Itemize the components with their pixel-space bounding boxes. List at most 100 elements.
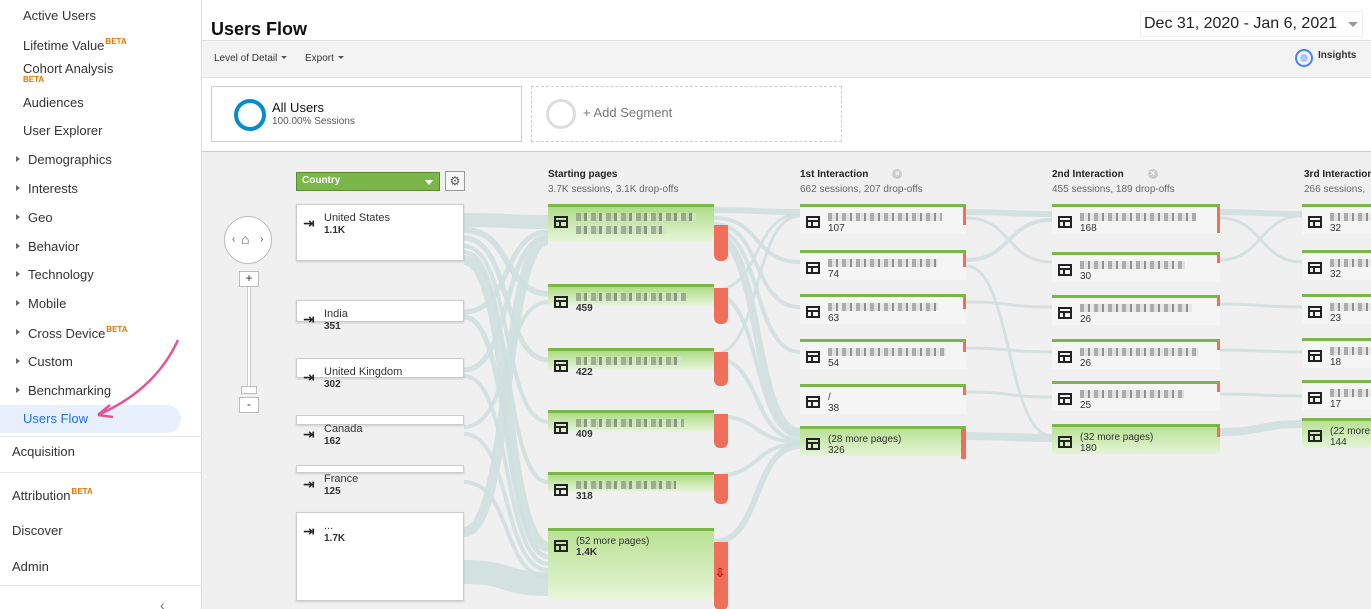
node-label: (28 more pages) [828,434,902,445]
date-range-picker[interactable]: Dec 31, 2020 - Jan 6, 2021 [1140,11,1363,37]
interaction-more-node[interactable]: (28 more pages) 326 [800,426,966,459]
nav-acquisition[interactable]: Acquisition [12,444,75,459]
node-label: (32 more pages) [1080,432,1154,443]
interaction-node[interactable]: 30 [1052,252,1220,282]
page-icon [806,351,820,363]
interaction-more-node[interactable]: (22 more 144 [1302,418,1371,448]
interaction-node[interactable]: 63 [800,294,966,324]
node-count: 54 [828,358,840,369]
nav-users-flow[interactable]: Users Flow [23,411,88,426]
dropoff-bar [963,387,966,395]
close-icon[interactable]: × [1147,169,1158,179]
starting-page-node[interactable]: 409 [548,410,714,440]
country-node-canada[interactable]: ⇥ Canada 162 [296,415,464,447]
zoom-slider-track[interactable] [247,284,251,392]
dropoff-bar[interactable] [714,225,728,261]
zoom-in-button[interactable]: + [239,271,259,287]
collapse-chevron-icon[interactable]: ‹ [160,597,165,609]
interaction-node[interactable]: 17 [1302,380,1371,410]
country-name: Canada [324,423,363,435]
starting-page-node[interactable]: 422 [548,348,714,378]
interaction-node[interactable]: 107 [800,204,966,234]
nav-admin[interactable]: Admin [12,559,49,574]
interaction-node[interactable]: 23 [1302,294,1371,324]
dropoff-bar[interactable] [714,352,728,386]
node-count: 25 [1080,400,1092,411]
interaction-node[interactable]: 18 [1302,338,1371,368]
nav-user-explorer[interactable]: User Explorer [23,123,102,138]
dropoff-bar[interactable] [714,288,728,324]
redacted-page-name [1080,390,1184,398]
starting-page-node[interactable]: 459 [548,284,714,314]
nav-cohort-analysis[interactable]: Cohort Analysis BETA [23,61,113,84]
dropoff-bar[interactable]: ⇩ [714,542,728,609]
segment-all-users[interactable]: All Users 100.00% Sessions [211,86,522,142]
pan-control[interactable]: ‹ ⌂ › [224,216,272,264]
country-count: 162 [324,436,341,447]
node-count: 63 [828,313,840,324]
country-node-france[interactable]: ⇥ France 125 [296,465,464,497]
page-icon [1058,216,1072,228]
home-icon[interactable]: ⌂ [241,231,249,247]
dropoff-bar[interactable] [714,474,728,504]
gear-icon[interactable]: ⚙ [445,171,465,191]
segment-name: All Users [272,100,325,115]
dropoff-bar[interactable] [714,414,728,448]
interaction-node[interactable]: 25 [1052,381,1220,411]
nav-technology[interactable]: Technology [16,267,94,282]
starting-page-node[interactable]: 318 [548,472,714,502]
country-node-united-kingdom[interactable]: ⇥ United Kingdom 302 [296,358,464,390]
page-icon [554,540,568,552]
interaction-node[interactable]: 74 [800,250,966,280]
nav-attribution[interactable]: AttributionBETA [12,487,93,503]
country-name: India [324,308,348,320]
insights-button[interactable]: Insights [1318,50,1356,61]
starting-page-node[interactable] [548,204,714,242]
add-segment-button[interactable]: + Add Segment [531,86,842,142]
nav-discover[interactable]: Discover [12,523,63,538]
pan-left-icon[interactable]: ‹ [232,234,235,245]
close-icon[interactable]: × [892,169,903,179]
nav-lifetime-value[interactable]: Lifetime ValueBETA [23,37,127,53]
level-of-detail-button[interactable]: Level of Detail [214,53,288,64]
interaction-node[interactable]: /38 [800,384,966,414]
flow-canvas[interactable]: ‹ ⌂ › + - Country ⚙ ⇥ United States 1.1K… [202,151,1371,609]
country-node-other[interactable]: ⇥ ... 1.7K [296,512,464,601]
interaction-node[interactable]: 32 [1302,250,1371,280]
node-count: 107 [828,223,845,234]
redacted-page-name [1080,304,1192,312]
dimension-select[interactable]: Country [296,172,440,191]
nav-audiences[interactable]: Audiences [23,95,84,110]
interaction-node[interactable]: 26 [1052,339,1220,369]
entry-arrow-icon: ⇥ [303,426,315,442]
interaction-node[interactable]: 168 [1052,204,1220,234]
entry-arrow-icon: ⇥ [303,215,315,231]
column-header-3rd-interaction: 3rd Interaction 266 sessions, [1304,169,1371,195]
country-node-india[interactable]: ⇥ India 351 [296,300,464,332]
nav-demographics[interactable]: Demographics [16,152,112,167]
interaction-node[interactable]: 32 [1302,204,1371,234]
node-count: 17 [1330,399,1342,410]
interaction-node[interactable]: 54 [800,339,966,369]
nav-mobile[interactable]: Mobile [16,296,67,311]
nav-label: Attribution [12,488,71,503]
nav-active-users[interactable]: Active Users [23,8,96,23]
nav-geo[interactable]: Geo [16,210,53,225]
beta-badge: BETA [105,37,127,46]
nav-behavior[interactable]: Behavior [16,239,79,254]
zoom-slider-handle[interactable] [241,386,257,394]
dropoff-bar [963,207,966,225]
interaction-more-node[interactable]: (32 more pages) 180 [1052,424,1220,454]
starting-page-more-node[interactable]: (52 more pages) 1.4K [548,528,714,600]
entry-arrow-icon: ⇥ [303,476,315,492]
nav-custom[interactable]: Custom [16,354,73,369]
insights-icon[interactable] [1295,49,1313,67]
nav-interests[interactable]: Interests [16,181,78,196]
dropoff-bar [963,342,966,352]
zoom-out-button[interactable]: - [239,397,259,413]
nav-label: Mobile [28,296,67,311]
country-node-united-states[interactable]: ⇥ United States 1.1K [296,204,464,261]
export-button[interactable]: Export [305,53,344,64]
interaction-node[interactable]: 26 [1052,295,1220,325]
pan-right-icon[interactable]: › [260,234,263,245]
